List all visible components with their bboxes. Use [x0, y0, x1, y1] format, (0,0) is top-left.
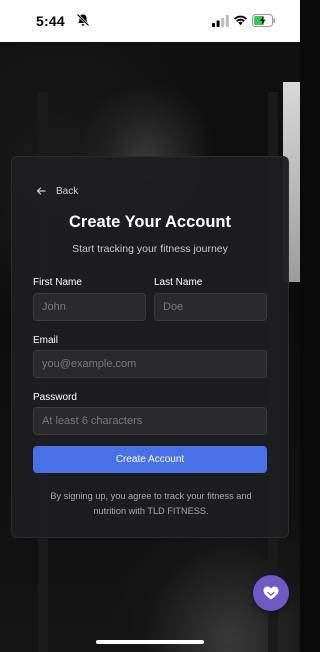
last-name-label: Last Name [154, 277, 203, 288]
email-label: Email [33, 335, 59, 346]
email-input[interactable] [33, 350, 267, 378]
wifi-icon [233, 15, 248, 26]
create-account-button[interactable]: Create Account [33, 446, 267, 473]
signal-icon [212, 15, 229, 27]
status-bar: 5:44 [0, 0, 300, 42]
back-button[interactable]: Back [36, 184, 78, 198]
bell-off-icon [76, 13, 90, 27]
chat-heart-icon [263, 586, 279, 600]
first-name-input[interactable] [33, 293, 146, 321]
last-name-input[interactable] [154, 293, 267, 321]
terms-text: By signing up, you agree to track your f… [50, 491, 252, 516]
chat-button[interactable] [253, 575, 289, 611]
home-indicator[interactable] [96, 640, 204, 644]
battery-icon [252, 14, 276, 27]
first-name-label: First Name [33, 277, 82, 288]
password-label: Password [33, 392, 77, 403]
page-subtitle: Start tracking your fitness journey [72, 243, 228, 255]
back-arrow-icon [36, 187, 46, 195]
back-label: Back [56, 185, 79, 197]
password-input[interactable] [33, 407, 267, 435]
page-title: Create Your Account [69, 213, 231, 231]
signup-card: Back Create Your Account Start tracking … [11, 156, 289, 538]
status-time: 5:44 [36, 13, 65, 29]
